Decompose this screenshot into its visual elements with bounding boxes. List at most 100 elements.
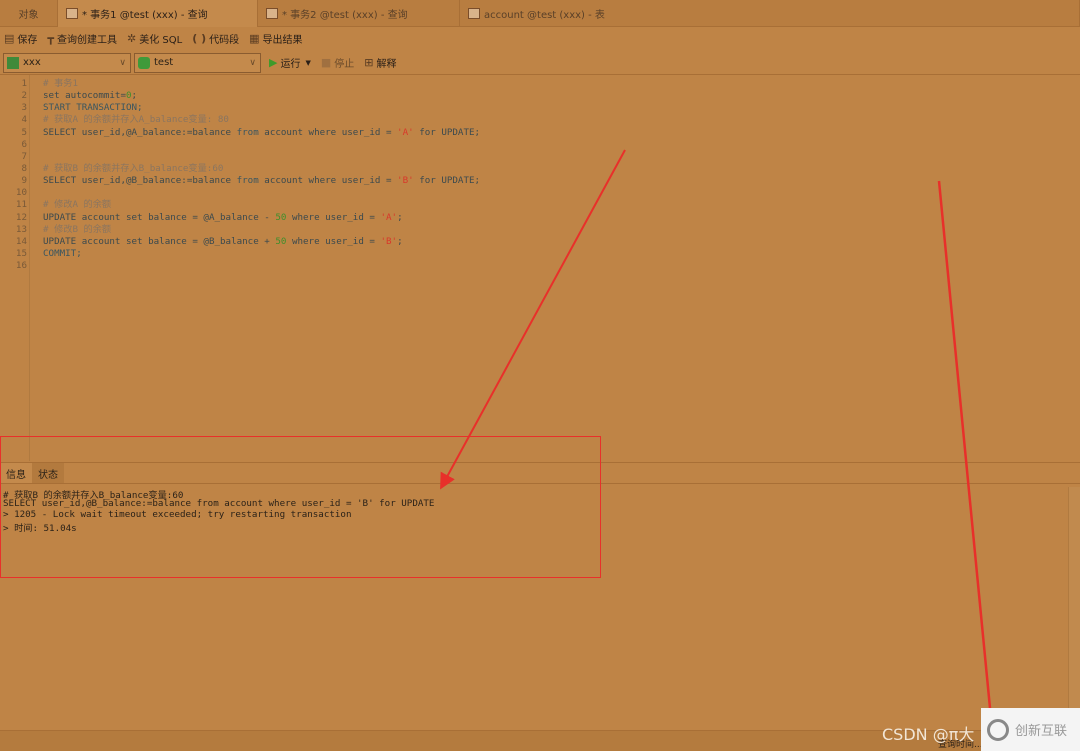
code-token: ; bbox=[131, 90, 138, 102]
run-label: 运行 bbox=[280, 59, 301, 70]
code-line: # 获取A 的余额并存入A_balance变量: 80 bbox=[43, 114, 229, 126]
tab-bar: 对象 * 事务1 @test (xxx) - 查询 * 事务2 @test (xxx… bbox=[0, 0, 1080, 27]
save-icon: ▤ bbox=[4, 32, 15, 45]
code-snippet-button[interactable]: ( ) 代码段 bbox=[192, 31, 239, 46]
play-icon: ▶ bbox=[269, 56, 278, 69]
database-select[interactable]: test ∨ bbox=[134, 52, 261, 73]
query-builder-label: 查询创建工具 bbox=[57, 35, 118, 46]
code-token: 50 bbox=[275, 235, 287, 247]
tab-label: * 事务1 @test (xxx) - 查询 bbox=[82, 10, 208, 21]
line-number: 6 bbox=[21, 138, 27, 150]
code-token: # 获取B 的余额并存入B_balance变量:60 bbox=[43, 162, 224, 174]
code-line: # 事务1 bbox=[43, 78, 78, 90]
run-button[interactable]: ▶ 运行 ▼ bbox=[269, 55, 311, 70]
explain-label: 解释 bbox=[376, 59, 397, 70]
magic-wand-icon: ✲ bbox=[127, 32, 137, 45]
code-token: for UPDATE; bbox=[413, 175, 481, 187]
code-token: 'B' bbox=[397, 175, 414, 187]
code-token: where user_id = bbox=[286, 211, 381, 223]
query-icon bbox=[266, 8, 278, 19]
code-token: 'A' bbox=[380, 211, 398, 223]
code-line: SELECT user_id,@A_balance:=balance from … bbox=[43, 127, 480, 139]
line-number: 9 bbox=[21, 175, 27, 187]
code-token: 50 bbox=[275, 211, 287, 223]
vertical-scrollbar[interactable] bbox=[1068, 487, 1080, 727]
line-number: 3 bbox=[21, 102, 27, 114]
line-number: 14 bbox=[15, 235, 27, 247]
code-token: # 修改B 的余额 bbox=[43, 223, 112, 235]
tab-0[interactable]: 对象 bbox=[0, 0, 58, 27]
code-token: from bbox=[236, 126, 259, 138]
code-token: COMMIT; bbox=[43, 247, 82, 259]
code-line: START TRANSACTION; bbox=[43, 102, 143, 114]
tab-3[interactable]: account @test (xxx) - 表 bbox=[460, 0, 1080, 27]
dropdown-arrow-icon: ▼ bbox=[305, 58, 311, 67]
code-token: account where user_id = bbox=[258, 175, 398, 187]
line-number: 1 bbox=[21, 78, 27, 89]
tab-label: account @test (xxx) - 表 bbox=[484, 10, 605, 21]
tab-label: 对象 bbox=[18, 10, 39, 21]
annotation-box bbox=[0, 436, 601, 578]
stop-button[interactable]: ■ 停止 bbox=[321, 55, 354, 70]
line-number: 12 bbox=[15, 211, 27, 223]
database-icon bbox=[138, 56, 150, 69]
code-line: SELECT user_id,@B_balance:=balance from … bbox=[43, 175, 480, 187]
tab-2[interactable]: * 事务2 @test (xxx) - 查询 bbox=[258, 0, 460, 27]
sql-editor[interactable]: 1 # 事务1 2 set autocommit=0; 3 START TRANSACTI… bbox=[0, 74, 1080, 461]
code-line: COMMIT; bbox=[43, 248, 82, 260]
code-token: 'B' bbox=[380, 235, 398, 247]
line-number: 13 bbox=[15, 223, 27, 235]
save-label: 保存 bbox=[17, 35, 38, 46]
connection-select[interactable]: xxx ∨ bbox=[3, 52, 131, 73]
parentheses-icon: ( ) bbox=[192, 32, 207, 45]
code-token: from bbox=[236, 175, 259, 187]
code-token: for UPDATE; bbox=[413, 126, 481, 138]
line-number: 7 bbox=[21, 150, 27, 162]
line-number: 2 bbox=[21, 90, 27, 102]
code-token: # 事务1 bbox=[43, 78, 78, 89]
query-builder-button[interactable]: ┳ 查询创建工具 bbox=[47, 31, 117, 46]
line-number: 11 bbox=[15, 199, 27, 211]
logo-text: 创新互联 bbox=[1015, 724, 1068, 739]
line-number: 4 bbox=[21, 114, 27, 126]
code-token: # 获取A 的余额并存入A_balance变量: 80 bbox=[43, 114, 229, 126]
logo: 创新互联 bbox=[981, 708, 1080, 751]
run-bar: xxx ∨ test ∨ ▶ 运行 ▼ ■ 停止 ⊞ 解释 bbox=[0, 52, 406, 73]
toolbar: ▤ 保存 ┳ 查询创建工具 ✲ 美化 SQL ( ) 代码段 ▦ 导出结果 bbox=[0, 27, 313, 50]
export-results-button[interactable]: ▦ 导出结果 bbox=[249, 31, 302, 46]
code-token: # 修改A 的余额 bbox=[43, 199, 112, 211]
explain-icon: ⊞ bbox=[364, 56, 374, 69]
code-line: set autocommit=0; bbox=[43, 90, 137, 102]
stop-label: 停止 bbox=[334, 59, 355, 70]
code-token: account where user_id = bbox=[258, 126, 398, 138]
logo-icon bbox=[987, 718, 1009, 741]
beautify-label: 美化 SQL bbox=[139, 35, 183, 46]
export-icon: ▦ bbox=[249, 32, 260, 45]
save-button[interactable]: ▤ 保存 bbox=[4, 31, 37, 46]
line-number: 16 bbox=[15, 260, 27, 272]
code-line: # 获取B 的余额并存入B_balance变量:60 bbox=[43, 163, 223, 175]
chevron-down-icon: ∨ bbox=[119, 57, 126, 68]
code-line: # 修改A 的余额 bbox=[43, 199, 111, 211]
code-token: UPDATE account set balance = @A_balance … bbox=[43, 211, 276, 223]
line-number: 15 bbox=[15, 247, 27, 259]
explain-button[interactable]: ⊞ 解释 bbox=[364, 55, 396, 70]
chevron-down-icon: ∨ bbox=[249, 57, 256, 68]
code-token: SELECT user_id,@A_balance:=balance bbox=[43, 126, 237, 138]
connection-value: xxx bbox=[23, 57, 41, 68]
code-token: set autocommit= bbox=[43, 90, 126, 102]
code-token: 'A' bbox=[397, 126, 414, 138]
tab-1[interactable]: * 事务1 @test (xxx) - 查询 bbox=[58, 0, 258, 27]
code-line: # 修改B 的余额 bbox=[43, 224, 111, 236]
table-icon bbox=[468, 8, 480, 19]
query-builder-icon: ┳ bbox=[47, 32, 55, 45]
code-token: ; bbox=[397, 235, 403, 247]
snippet-label: 代码段 bbox=[209, 35, 240, 46]
code-token: ; bbox=[397, 211, 403, 223]
database-value: test bbox=[154, 57, 174, 68]
beautify-sql-button[interactable]: ✲ 美化 SQL bbox=[127, 31, 182, 46]
code-token: UPDATE account set balance = @B_balance … bbox=[43, 235, 276, 247]
connection-icon bbox=[7, 56, 19, 69]
code-token: START TRANSACTION; bbox=[43, 102, 143, 114]
export-label: 导出结果 bbox=[262, 35, 303, 46]
